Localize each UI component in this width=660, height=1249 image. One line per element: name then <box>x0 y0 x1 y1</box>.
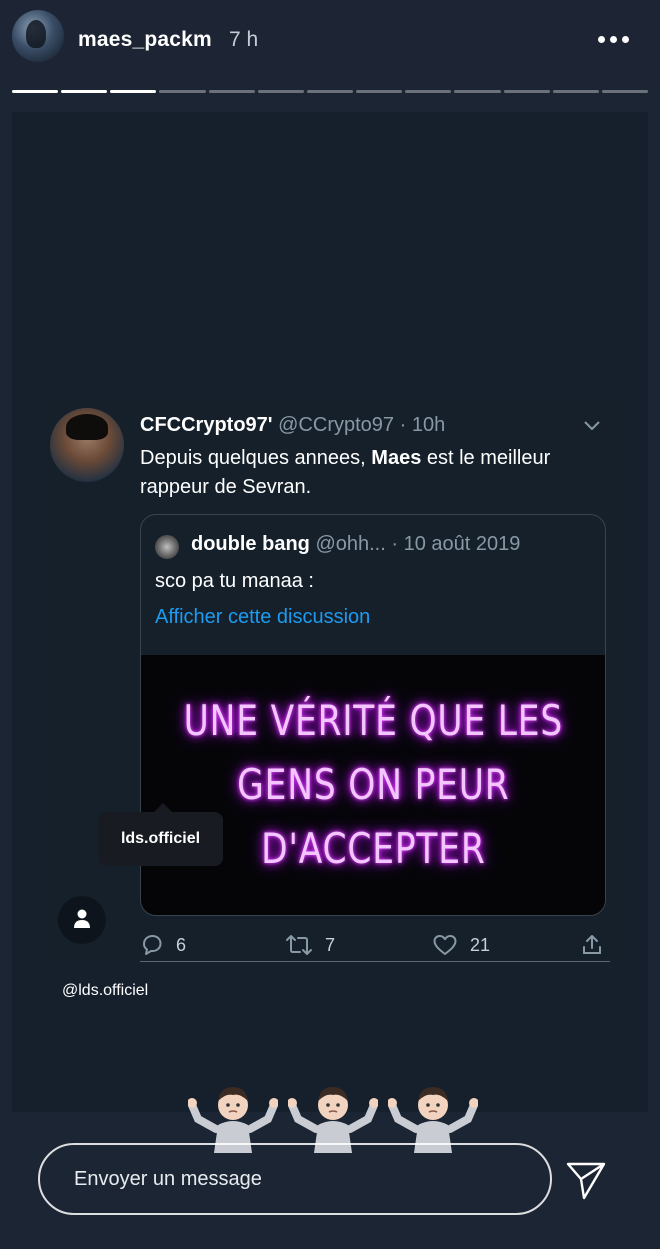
progress-segment <box>257 90 304 93</box>
like-count: 21 <box>470 934 491 955</box>
user-tag-bubble[interactable]: lds.officiel <box>98 803 223 866</box>
progress-segment <box>61 90 108 93</box>
quoted-date: 10 août 2019 <box>403 533 521 555</box>
neon-line: GENS ON PEUR <box>236 760 510 809</box>
heart-icon <box>433 935 457 955</box>
progress-segment <box>110 90 157 93</box>
progress-segment <box>601 90 649 93</box>
tweet-author-avatar <box>50 408 124 482</box>
quoted-text: sco pa tu manaa : <box>155 570 314 592</box>
more-options-icon[interactable] <box>594 36 634 46</box>
neon-line: UNE VÉRITÉ QUE LES <box>183 696 563 745</box>
person-icon <box>74 909 90 928</box>
progress-segment <box>159 90 206 93</box>
progress-segment <box>306 90 354 93</box>
tweet-separator: · <box>399 414 407 436</box>
progress-segment <box>503 90 550 93</box>
story-avatar[interactable] <box>12 10 64 62</box>
tweet-card: CFCCrypto97' @CCrypto97 · 10h Depuis que… <box>40 398 618 960</box>
mention-sticker[interactable]: @lds.officiel <box>62 982 148 1000</box>
tweet-header: CFCCrypto97' @CCrypto97 · 10h <box>140 414 445 437</box>
retweet-count: 7 <box>325 934 336 955</box>
tweet-author-handle: @CCrypto97 <box>278 414 395 436</box>
reply-action: 6 <box>140 930 186 960</box>
tweet-text: Depuis quelques annees, Maes est le meil… <box>140 444 600 502</box>
quoted-author-handle: @ohh... <box>315 533 386 555</box>
share-icon <box>583 935 601 954</box>
person-shrugging-icon <box>188 1087 278 1153</box>
progress-segment <box>356 90 403 93</box>
quoted-author-name: double bang <box>191 533 310 555</box>
person-shrugging-icon <box>288 1087 378 1153</box>
quoted-header: double bang @ohh... · 10 août 2019 <box>191 533 520 556</box>
tweet-text-bold: Maes <box>371 447 422 469</box>
quoted-separator: · <box>391 533 399 555</box>
story-progress-bar <box>12 90 649 94</box>
retweet-icon <box>286 935 312 955</box>
tweet-text-part: Depuis quelques annees, <box>140 447 372 469</box>
progress-segment <box>12 90 59 93</box>
message-input[interactable] <box>38 1143 552 1215</box>
tweet-time: 10h <box>411 414 446 436</box>
progress-segment <box>552 90 599 93</box>
reply-icon <box>143 935 162 955</box>
person-shrugging-icon <box>388 1087 478 1153</box>
tweet-author-name: CFCCrypto97' <box>140 414 273 436</box>
chevron-down-icon <box>584 421 600 431</box>
quoted-media-image: UNE VÉRITÉ QUE LES GENS ON PEUR D'ACCEPT… <box>141 655 605 915</box>
tweet-actions: 6 7 21 <box>140 930 610 960</box>
tweet-divider <box>140 961 610 962</box>
progress-segment <box>454 90 501 93</box>
progress-segment <box>405 90 452 93</box>
story-time: 7 h <box>229 28 259 51</box>
reply-count: 6 <box>176 934 187 955</box>
quoted-author-avatar <box>155 535 179 559</box>
tagged-people-button[interactable] <box>58 896 106 944</box>
progress-segment <box>208 90 255 93</box>
like-action: 21 <box>432 930 490 960</box>
story-header: maes_packm 7 h <box>0 0 660 85</box>
show-thread-link: Afficher cette discussion <box>155 606 371 628</box>
story-username[interactable]: maes_packm <box>78 28 212 52</box>
neon-text: UNE VÉRITÉ QUE LES GENS ON PEUR D'ACCEPT… <box>183 689 562 881</box>
retweet-action: 7 <box>285 930 335 960</box>
share-action <box>580 930 604 960</box>
neon-line: D'ACCEPTER <box>260 824 486 873</box>
send-icon[interactable] <box>564 1158 608 1202</box>
